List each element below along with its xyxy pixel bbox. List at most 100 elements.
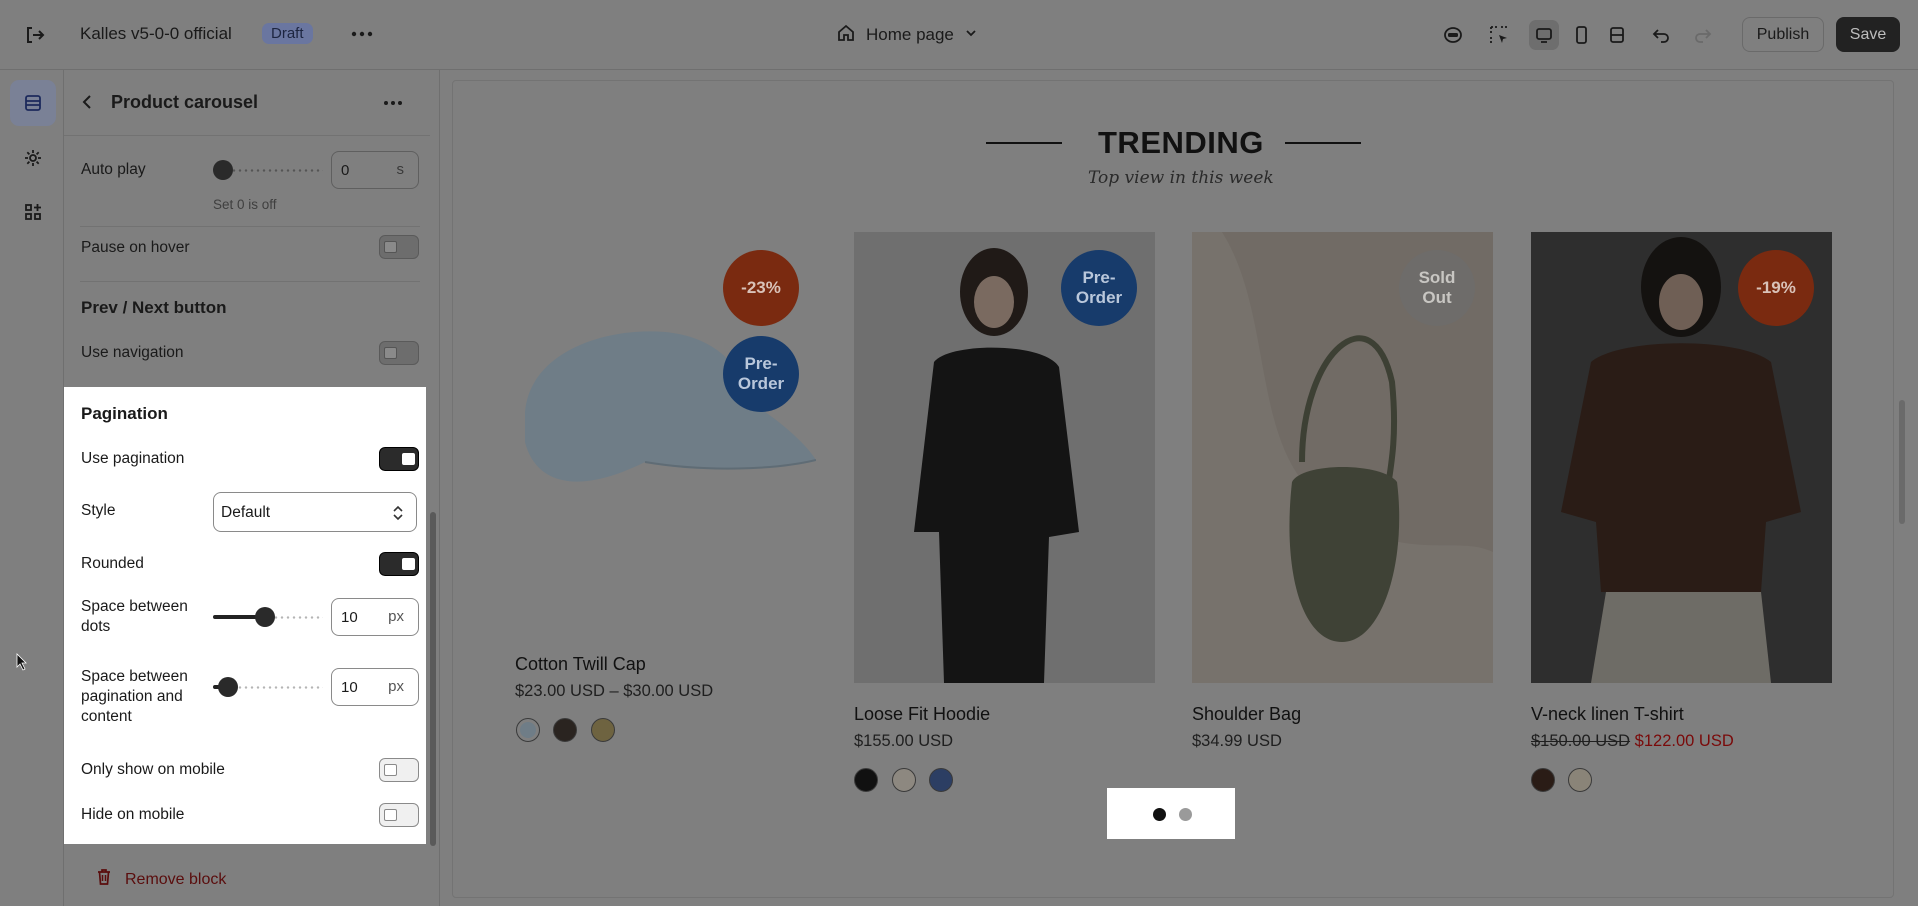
inspector-icon[interactable] (1438, 20, 1468, 50)
product-price-sale: $122.00 USD (1634, 732, 1734, 750)
panel-title: Product carousel (111, 92, 259, 112)
autoplay-unit: s (396, 161, 405, 178)
pause-on-hover-toggle[interactable] (379, 235, 419, 259)
block-options-icon[interactable] (382, 92, 404, 114)
page-selector[interactable]: Home page (836, 23, 978, 47)
status-badge: Draft (262, 23, 313, 44)
space-between-dots-unit: px (388, 608, 404, 625)
hide-on-mobile-label: Hide on mobile (81, 806, 185, 823)
product-name[interactable]: Loose Fit Hoodie (854, 704, 990, 725)
heading-rule-right (1285, 142, 1361, 144)
section-heading: TRENDING (1098, 125, 1264, 160)
color-swatch[interactable] (854, 768, 878, 792)
space-pagination-content-value: 10 (341, 679, 358, 696)
only-show-on-mobile-toggle[interactable] (379, 758, 419, 782)
color-swatch[interactable] (1568, 768, 1592, 792)
undo-icon[interactable] (1646, 20, 1676, 50)
slider-thumb[interactable] (255, 607, 275, 627)
save-button[interactable]: Save (1836, 17, 1900, 52)
use-pagination-toggle[interactable] (379, 447, 419, 471)
color-swatch[interactable] (1531, 768, 1555, 792)
discount-badge: -19% (1738, 250, 1814, 326)
autoplay-value: 0 (341, 162, 350, 179)
preorder-badge: Pre- Order (723, 336, 799, 412)
rounded-label: Rounded (81, 555, 144, 572)
autoplay-input[interactable]: 0 s (331, 151, 419, 189)
product-name[interactable]: Shoulder Bag (1192, 704, 1301, 725)
desktop-view-icon[interactable] (1529, 20, 1559, 50)
mouse-cursor-icon (16, 653, 28, 671)
top-bar: Kalles v5-0-0 official Draft Home page P… (0, 0, 1918, 70)
select-element-icon[interactable] (1484, 20, 1514, 50)
trash-icon (95, 868, 113, 891)
space-between-dots-label-line2: dots (81, 618, 111, 635)
autoplay-label: Auto play (81, 161, 146, 178)
exit-icon[interactable] (22, 22, 48, 48)
product-price-original: $150.00 USD (1531, 732, 1631, 750)
panel-scrollbar[interactable] (430, 512, 436, 846)
select-caret-icon (392, 504, 404, 522)
slider-thumb[interactable] (218, 677, 238, 697)
space-pagination-content-label-line2: pagination and (81, 688, 183, 705)
preview-scrollbar[interactable] (1899, 400, 1905, 524)
back-arrow-icon[interactable] (78, 92, 98, 112)
page-selector-label: Home page (866, 25, 954, 44)
autoplay-hint: Set 0 is off (213, 197, 277, 212)
publish-button[interactable]: Publish (1742, 17, 1824, 52)
pagination-dot[interactable] (1179, 808, 1192, 821)
only-show-on-mobile-label: Only show on mobile (81, 761, 225, 778)
discount-badge: -23% (723, 250, 799, 326)
home-icon (836, 23, 856, 48)
use-pagination-label: Use pagination (81, 450, 185, 467)
color-swatch[interactable] (516, 718, 540, 742)
space-pagination-content-label-line3: content (81, 708, 132, 725)
theme-settings-icon[interactable] (10, 135, 56, 181)
style-label: Style (81, 502, 116, 519)
mobile-view-icon[interactable] (1566, 20, 1596, 50)
color-swatch[interactable] (929, 768, 953, 792)
apps-icon[interactable] (10, 189, 56, 235)
color-swatch[interactable] (591, 718, 615, 742)
section-subheading: Top view in this week (1088, 168, 1274, 188)
left-rail (0, 70, 64, 906)
carousel-pagination (1107, 788, 1235, 839)
product-price: $150.00 USD $122.00 USD (1531, 732, 1734, 751)
fullscreen-view-icon[interactable] (1602, 20, 1632, 50)
sections-icon[interactable] (10, 80, 56, 126)
space-pagination-content-label-line1: Space between (81, 668, 188, 685)
autoplay-slider[interactable] (213, 160, 323, 180)
product-name[interactable]: V-neck linen T-shirt (1531, 704, 1684, 725)
style-select[interactable]: Default (213, 492, 417, 532)
space-between-dots-slider[interactable] (213, 607, 323, 627)
prev-next-section-title: Prev / Next button (81, 298, 227, 317)
hide-on-mobile-toggle[interactable] (379, 803, 419, 827)
pagination-dot-active[interactable] (1153, 808, 1166, 821)
product-price: $155.00 USD (854, 732, 954, 750)
redo-icon[interactable] (1688, 20, 1718, 50)
product-price: $23.00 USD – $30.00 USD (515, 682, 714, 700)
color-swatch[interactable] (553, 718, 577, 742)
color-swatch[interactable] (892, 768, 916, 792)
remove-block-label: Remove block (125, 870, 227, 888)
pagination-settings-card: Pagination Use pagination Style Default … (64, 387, 426, 844)
more-actions-icon[interactable] (350, 22, 374, 46)
space-between-dots-label-line1: Space between (81, 598, 188, 615)
rounded-toggle[interactable] (379, 552, 419, 576)
divider (80, 281, 420, 282)
heading-rule-left (986, 142, 1062, 144)
preorder-badge: Pre- Order (1061, 250, 1137, 326)
space-pagination-content-slider[interactable] (213, 677, 323, 697)
product-name[interactable]: Cotton Twill Cap (515, 654, 646, 675)
store-name: Kalles v5-0-0 official (80, 24, 232, 43)
chevron-down-icon (964, 25, 978, 45)
style-select-value: Default (221, 504, 271, 521)
space-between-dots-input[interactable]: 10 px (331, 598, 419, 636)
sold-out-badge: Sold Out (1399, 250, 1475, 326)
space-pagination-content-input[interactable]: 10 px (331, 668, 419, 706)
panel-header: Product carousel (64, 70, 430, 136)
use-navigation-toggle[interactable] (379, 341, 419, 365)
use-navigation-label: Use navigation (81, 344, 184, 361)
remove-block-button[interactable]: Remove block (95, 868, 226, 891)
autoplay-slider-thumb[interactable] (213, 160, 233, 180)
product-price: $34.99 USD (1192, 732, 1282, 750)
